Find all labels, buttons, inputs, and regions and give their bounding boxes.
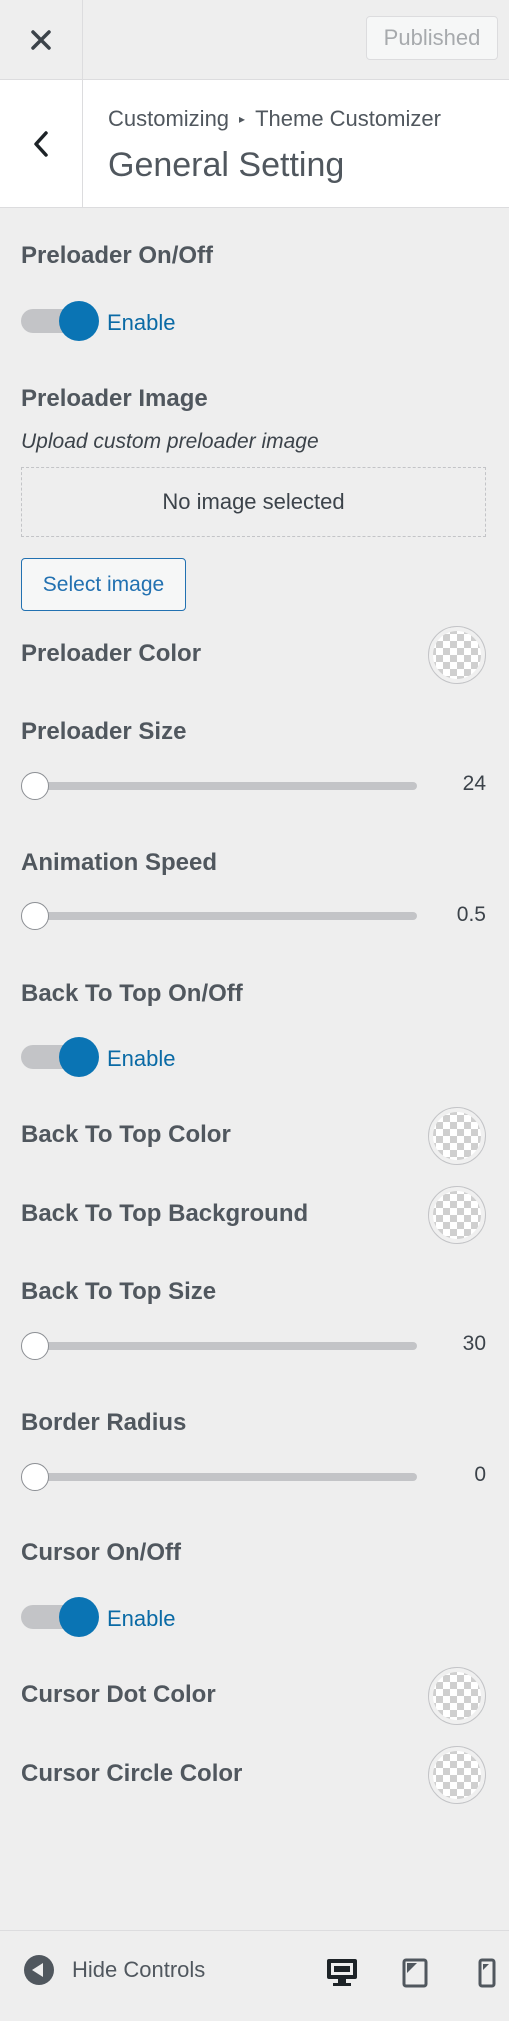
- back-button[interactable]: [0, 80, 83, 208]
- preloader-toggle-state: Enable: [107, 310, 176, 335]
- border-radius-value: 0: [474, 1463, 486, 1486]
- slider-thumb[interactable]: [21, 772, 49, 800]
- cursor-toggle-state: Enable: [107, 1606, 176, 1631]
- preloader-image-label: Preloader Image: [21, 385, 208, 412]
- preloader-size-value: 24: [462, 772, 486, 795]
- tablet-preview-button[interactable]: [393, 1951, 437, 1995]
- mobile-icon: [478, 1958, 496, 1988]
- animation-speed-label: Animation Speed: [21, 849, 218, 876]
- back-to-top-background-label: Back To Top Background: [21, 1200, 309, 1227]
- slider-thumb[interactable]: [21, 1332, 49, 1360]
- slider-thumb[interactable]: [21, 1463, 49, 1491]
- breadcrumb: Customizing ▸ Theme Customizer: [108, 106, 441, 132]
- cursor-circle-color-swatch[interactable]: [428, 1746, 486, 1804]
- toggle-knob: [59, 1037, 99, 1077]
- preloader-size-slider[interactable]: [21, 770, 417, 802]
- customizer-footer: Hide Controls: [0, 1930, 509, 2021]
- slider-thumb[interactable]: [21, 902, 49, 930]
- back-to-top-size-slider[interactable]: [21, 1330, 417, 1362]
- back-to-top-toggle[interactable]: [21, 1037, 99, 1077]
- animation-speed-value: 0.5: [456, 903, 486, 926]
- preloader-color-swatch[interactable]: [428, 626, 486, 684]
- select-image-button[interactable]: Select image: [21, 558, 186, 611]
- cursor-dot-color-swatch[interactable]: [428, 1667, 486, 1725]
- close-icon: [31, 30, 51, 50]
- breadcrumb-root: Customizing: [108, 106, 230, 131]
- cursor-toggle-label: Cursor On/Off: [21, 1539, 181, 1566]
- close-button[interactable]: [0, 0, 83, 80]
- slider-rail: [25, 1342, 417, 1350]
- section-header: Customizing ▸ Theme Customizer General S…: [0, 80, 509, 208]
- preloader-image-description: Upload custom preloader image: [21, 430, 319, 453]
- cursor-circle-color-label: Cursor Circle Color: [21, 1760, 243, 1787]
- border-radius-label: Border Radius: [21, 1409, 187, 1436]
- desktop-preview-button[interactable]: [320, 1951, 364, 1995]
- animation-speed-slider[interactable]: [21, 900, 417, 932]
- back-to-top-color-label: Back To Top Color: [21, 1121, 231, 1148]
- slider-rail: [25, 1473, 417, 1481]
- section-title: General Setting: [108, 146, 345, 184]
- publish-button[interactable]: Published: [366, 16, 498, 60]
- chevron-left-icon: [34, 131, 48, 157]
- preloader-toggle[interactable]: [21, 301, 99, 341]
- tablet-icon: [402, 1958, 428, 1988]
- back-to-top-toggle-label: Back To Top On/Off: [21, 980, 243, 1007]
- preloader-size-label: Preloader Size: [21, 718, 187, 745]
- cursor-dot-color-label: Cursor Dot Color: [21, 1681, 216, 1708]
- breadcrumb-leaf: Theme Customizer: [255, 106, 441, 131]
- back-to-top-size-label: Back To Top Size: [21, 1278, 217, 1305]
- hide-controls-label: Hide Controls: [72, 1957, 206, 1982]
- image-placeholder: No image selected: [21, 467, 486, 537]
- back-to-top-color-swatch[interactable]: [428, 1107, 486, 1165]
- slider-rail: [25, 782, 417, 790]
- slider-rail: [25, 912, 417, 920]
- preloader-color-label: Preloader Color: [21, 640, 202, 667]
- breadcrumb-separator-icon: ▸: [239, 112, 246, 126]
- cursor-toggle[interactable]: [21, 1597, 99, 1637]
- back-to-top-size-value: 30: [462, 1332, 486, 1355]
- hide-controls-button[interactable]: Hide Controls: [24, 1955, 205, 1985]
- back-to-top-background-swatch[interactable]: [428, 1186, 486, 1244]
- border-radius-slider[interactable]: [21, 1461, 417, 1493]
- collapse-arrow-icon: [24, 1955, 54, 1985]
- back-to-top-toggle-state: Enable: [107, 1046, 176, 1071]
- customizer-topbar: Published: [0, 0, 509, 80]
- desktop-icon: [327, 1959, 357, 1986]
- toggle-knob: [59, 301, 99, 341]
- mobile-preview-button[interactable]: [465, 1951, 509, 1995]
- preloader-toggle-label: Preloader On/Off: [21, 242, 214, 269]
- toggle-knob: [59, 1597, 99, 1637]
